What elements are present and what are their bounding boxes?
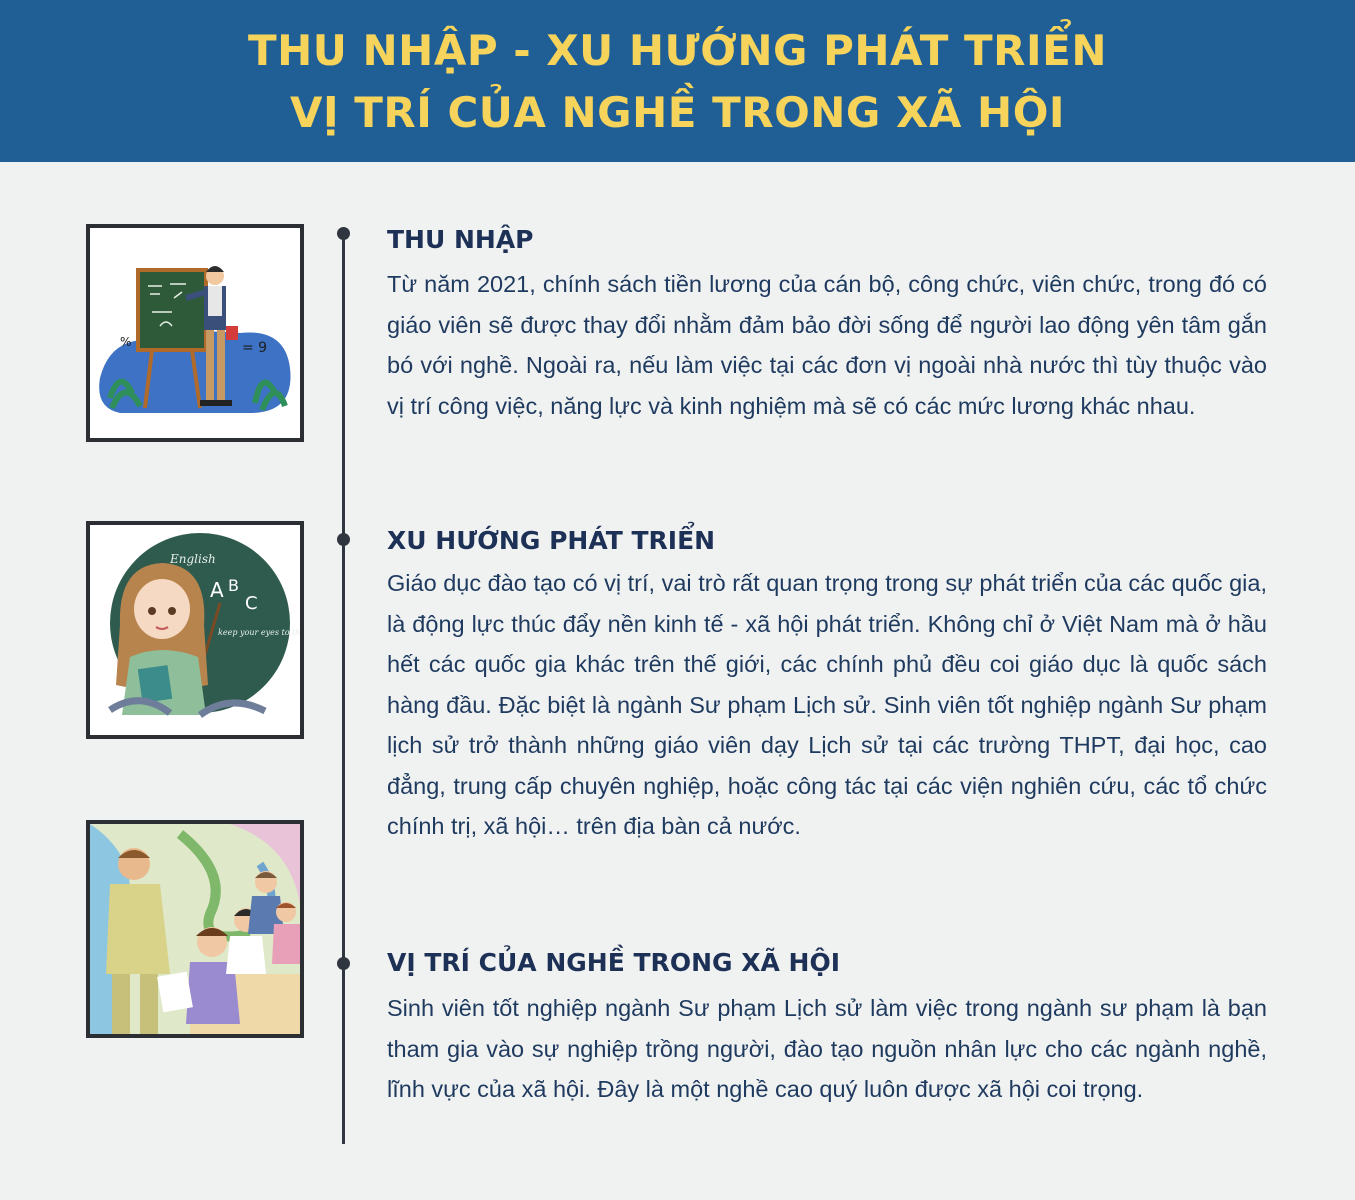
board-letter-a: A <box>210 578 224 602</box>
board-word-english: English <box>169 552 216 566</box>
page-title-line-2: VỊ TRÍ CỦA NGHỀ TRONG XÃ HỘI <box>289 88 1066 137</box>
section-text-trend: Giáo dục đào tạo có vị trí, vai trò rất … <box>387 570 1267 839</box>
board-letter-b: B <box>228 576 239 595</box>
timeline-dot-trend <box>337 533 350 546</box>
section-text-income: Từ năm 2021, chính sách tiền lương của c… <box>387 271 1267 419</box>
student-english-image: English A B C keep your eyes to the suns… <box>90 525 300 735</box>
header-banner: THU NHẬP - XU HƯỚNG PHÁT TRIỂN VỊ TRÍ CỦ… <box>0 0 1355 162</box>
student-english-illustration: English A B C keep your eyes to the suns… <box>86 521 304 739</box>
teacher-chalkboard-image: = 9 % <box>90 228 300 438</box>
section-heading-trend: XU HƯỚNG PHÁT TRIỂN <box>387 526 716 555</box>
teacher-chalkboard-illustration: = 9 % <box>86 224 304 442</box>
classroom-image <box>90 824 300 1034</box>
timeline-dot-income <box>337 227 350 240</box>
section-heading-income: THU NHẬP <box>387 225 534 254</box>
timeline-dot-position <box>337 957 350 970</box>
svg-text:%: % <box>120 335 131 349</box>
section-heading-position: VỊ TRÍ CỦA NGHỀ TRONG XÃ HỘI <box>387 948 841 977</box>
board-letter-c: C <box>245 593 258 614</box>
section-text-position: Sinh viên tốt nghiệp ngành Sư phạm Lịch … <box>387 995 1267 1102</box>
board-phrase: keep your eyes to the sunshine <box>218 628 300 637</box>
classroom-illustration <box>86 820 304 1038</box>
timeline-line <box>342 232 345 1144</box>
chalkboard-equation: = 9 <box>242 340 267 356</box>
page-title-line-1: THU NHẬP - XU HƯỚNG PHÁT TRIỂN <box>248 26 1107 75</box>
